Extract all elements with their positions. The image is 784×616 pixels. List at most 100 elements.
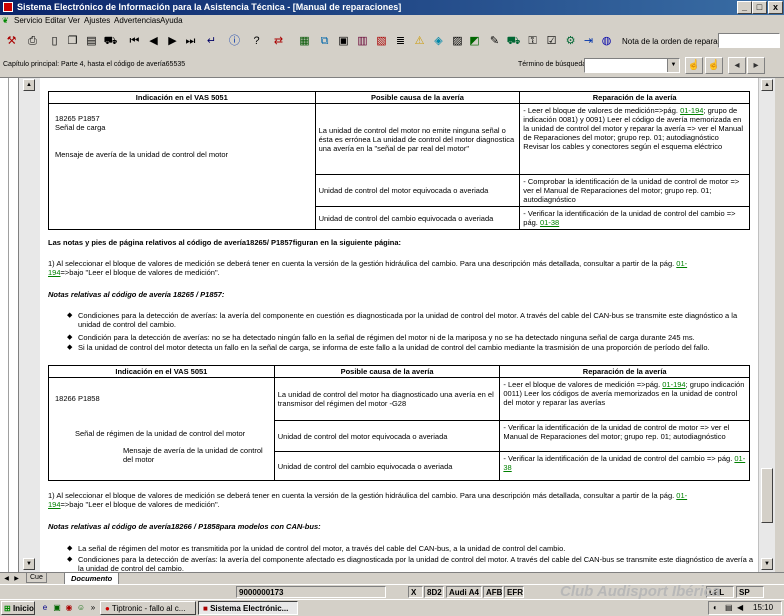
fault-code: 18266 P1858 [55, 394, 100, 403]
car-green-icon[interactable]: ⛟ [505, 32, 522, 50]
last-page-icon[interactable]: ⏭ [182, 32, 199, 50]
page-link[interactable]: 01-194 [680, 106, 703, 115]
next-page-icon[interactable]: ▶ [164, 32, 181, 50]
scroll-thumb[interactable] [761, 468, 773, 523]
status-field: AFB [483, 586, 503, 598]
status-field: 8D2 [424, 586, 444, 598]
warning-icon[interactable]: ⚠ [411, 32, 428, 50]
tab-scroll-right-icon[interactable]: ▶ [12, 574, 21, 584]
menu-ver[interactable]: Ver [68, 16, 80, 25]
globe-icon[interactable]: ◍ [598, 32, 615, 50]
left-scrollbar[interactable]: ▲ ▼ [19, 78, 40, 572]
menu-servicio[interactable]: Servicio [14, 16, 42, 25]
dropdown-arrow-icon[interactable]: ▼ [667, 59, 679, 72]
system-tray: ◐ ▤ ◀ 15:10 [708, 601, 782, 615]
fault-name: Señal de carga [55, 123, 106, 132]
search-hand-icon[interactable]: ☝ [685, 57, 703, 74]
info-icon[interactable]: ⓘ [226, 32, 243, 50]
scroll-down-icon[interactable]: ▼ [23, 558, 35, 570]
maximize-button[interactable]: □ [752, 1, 767, 14]
repair-cell: - Verificar la identificación de la unid… [499, 451, 750, 481]
clipboard-icon[interactable]: ☑ [543, 32, 560, 50]
scroll-up-icon[interactable]: ▲ [761, 79, 773, 91]
indication-cell: 18265 P1857 Señal de carga Mensaje de av… [48, 103, 316, 230]
fault-message: Mensaje de avería de la unidad de contro… [123, 446, 263, 464]
diagnostics-icon[interactable]: ▦ [296, 32, 313, 50]
help-icon[interactable]: ? [248, 32, 265, 50]
window-title: Sistema Electrónico de Información para … [17, 2, 402, 12]
menu-editar[interactable]: Editar [45, 16, 66, 25]
grid-icon[interactable]: ▣ [335, 32, 352, 50]
search-input[interactable]: ▼ [584, 58, 680, 73]
search-next-icon[interactable]: ▸ [747, 57, 765, 74]
menu-ajustes[interactable]: Ajustes [84, 16, 110, 25]
desktop-icon[interactable]: ▣ [52, 603, 62, 613]
scroll-down-icon[interactable]: ▼ [761, 558, 773, 570]
tools-green-icon[interactable]: ⚙ [562, 32, 579, 50]
minimize-button[interactable]: _ [737, 1, 752, 14]
messenger-icon[interactable]: ☺ [76, 603, 86, 613]
menu-advertencias[interactable]: Advertencias [114, 16, 160, 25]
task-tiptronic[interactable]: ● Tiptronic - fallo al c... [100, 601, 196, 615]
page-link[interactable]: 01-194 [662, 380, 685, 389]
navigation-tree-panel[interactable] [0, 78, 19, 572]
content-scrollbar[interactable]: ▲ ▼ [758, 78, 776, 572]
network-icon[interactable]: ⧉ [316, 32, 333, 50]
copy-icon[interactable]: ❐ [64, 32, 81, 50]
book-icon[interactable]: ▥ [354, 32, 371, 50]
chapter-label: Capítulo principal: Parte 4, hasta el có… [3, 61, 186, 68]
previous-page-icon[interactable]: ◀ [145, 32, 162, 50]
close-button[interactable]: x [768, 1, 783, 14]
status-order-number: 9000000173 [236, 586, 386, 598]
bullet-icon: ◆ [67, 312, 73, 319]
order-note-input[interactable] [718, 33, 780, 48]
manual-icon[interactable]: ▧ [373, 32, 390, 50]
quicklaunch-more-icon[interactable]: » [88, 603, 98, 613]
car-icon[interactable]: ⛟ [102, 32, 119, 50]
keys-icon[interactable]: ⚿ [524, 32, 541, 50]
network-tray-icon[interactable]: ▤ [725, 602, 733, 614]
footnote: 1) Al seleccionar el bloque de valores d… [48, 491, 688, 509]
cause-cell: La unidad de control del motor no emite … [314, 103, 521, 175]
ie-icon[interactable]: e [40, 603, 50, 613]
tray-icon[interactable]: ◐ [713, 602, 718, 614]
menu-ayuda[interactable]: Ayuda [160, 16, 183, 25]
task-sistema[interactable]: ■ Sistema Electrónic... [198, 601, 298, 615]
table-header-row: Indicación en el VAS 5051 Posible causa … [48, 365, 750, 378]
hydraulic-icon[interactable]: ◈ [430, 32, 447, 50]
quicklaunch-icon[interactable]: ◉ [64, 603, 74, 613]
swap-icon[interactable]: ⇄ [270, 32, 287, 50]
status-field: SP [736, 586, 764, 598]
tools-icon[interactable]: ⚒ [3, 32, 20, 50]
export-icon[interactable]: ⇥ [580, 32, 597, 50]
new-document-icon[interactable]: ▯ [46, 32, 63, 50]
menu-bar: ❦ Servicio Editar Ver Ajustes Advertenci… [0, 15, 784, 28]
volume-icon[interactable]: ◀ [737, 602, 743, 614]
list-icon[interactable]: ≣ [392, 32, 409, 50]
page-link[interactable]: 01-38 [540, 218, 559, 227]
print-icon[interactable]: ⎙ [24, 32, 41, 50]
fault-code: 18265 P1857 [55, 114, 100, 123]
list-item: ◆ La señal de régimen del motor es transm… [67, 544, 566, 553]
title-bar: Sistema Electrónico de Información para … [0, 0, 784, 15]
start-button[interactable]: ⊞ Inicio [1, 601, 35, 615]
wrench-icon[interactable]: ✎ [486, 32, 503, 50]
scroll-up-icon[interactable]: ▲ [23, 79, 35, 91]
paste-icon[interactable]: ▤ [83, 32, 100, 50]
bullet-icon: ◆ [67, 545, 73, 552]
header-repair: Reparación de la avería [499, 365, 750, 378]
repair-cell: - Leer el bloque de valores de medición … [499, 377, 750, 421]
green-book-icon[interactable]: ◩ [466, 32, 483, 50]
list-item: ◆ Condiciones para la detección de avería… [67, 311, 738, 329]
cause-cell: Unidad de control del cambio equivocada … [314, 206, 521, 230]
first-page-icon[interactable]: ⏮ [126, 32, 143, 50]
list-item: ◆ Si la unidad de control del motor detec… [67, 343, 710, 352]
search-hand-next-icon[interactable]: ☝ [705, 57, 723, 74]
tab-scroll-left-icon[interactable]: ◀ [2, 574, 11, 584]
header-indication: Indicación en el VAS 5051 [48, 365, 275, 378]
search-previous-icon[interactable]: ◂ [728, 57, 746, 74]
list-item: ◆ Condiciones para la detección de avería… [67, 555, 753, 572]
return-icon[interactable]: ↵ [203, 32, 220, 50]
checklist-icon[interactable]: ▨ [449, 32, 466, 50]
tab-contents[interactable]: Cue [26, 573, 47, 583]
